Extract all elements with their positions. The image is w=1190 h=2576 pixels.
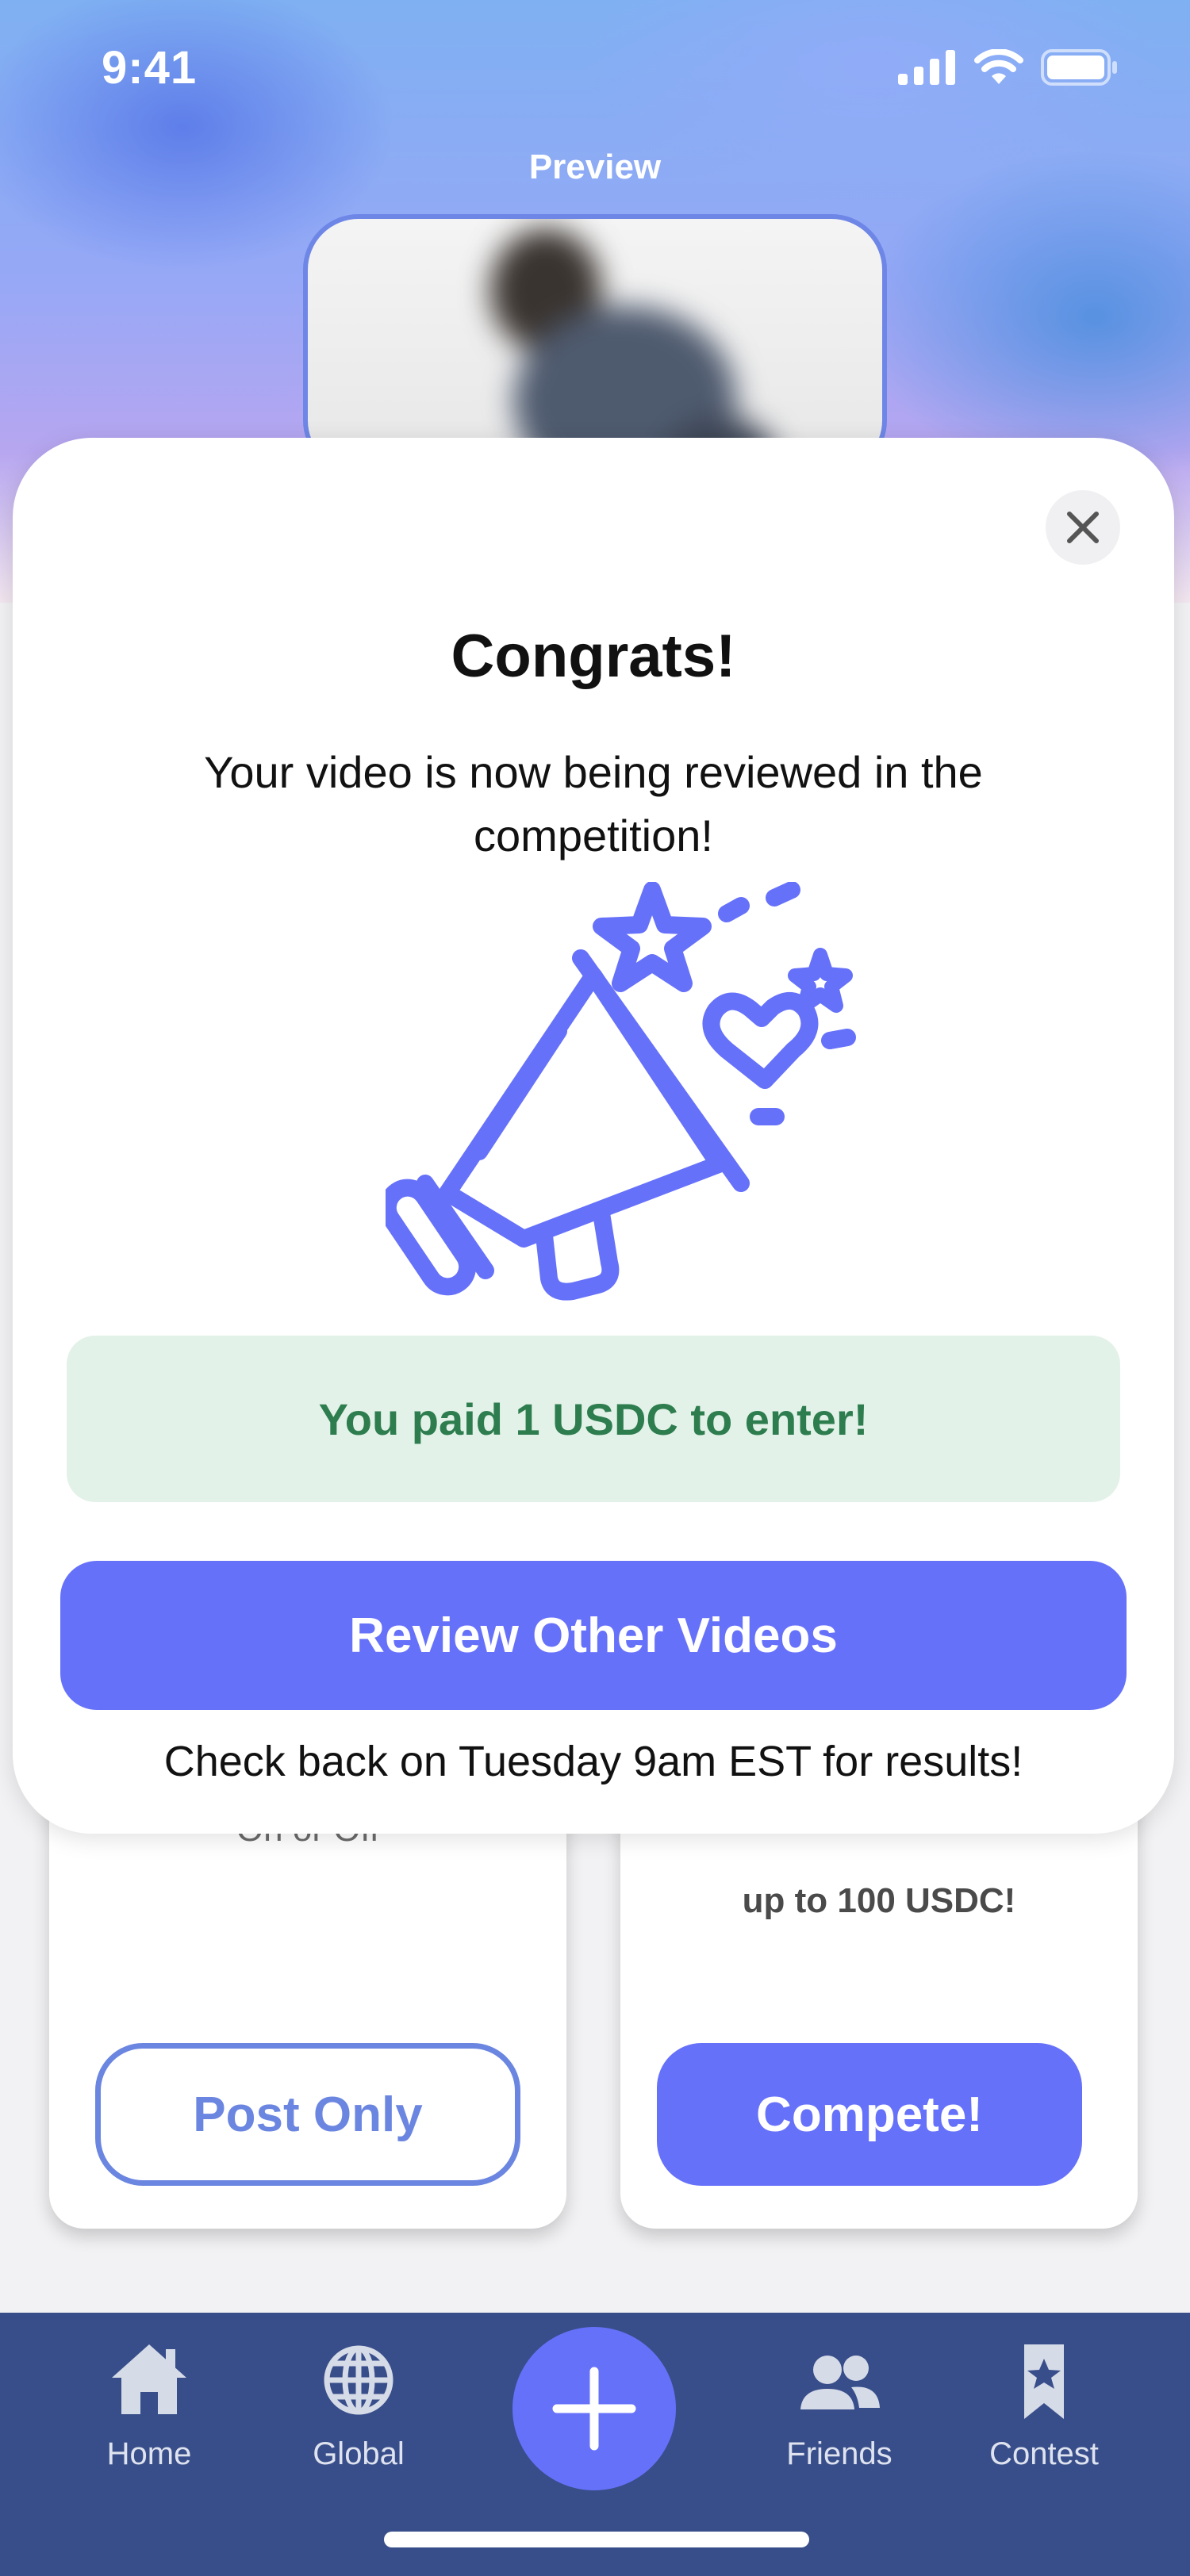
nav-label-friends: Friends bbox=[786, 2436, 892, 2471]
home-indicator bbox=[384, 2532, 809, 2547]
results-note: Check back on Tuesday 9am EST for result… bbox=[163, 1738, 1023, 1785]
close-button[interactable] bbox=[1046, 490, 1120, 565]
video-preview-thumbnail[interactable] bbox=[303, 214, 887, 476]
post-only-button[interactable]: Post Only bbox=[95, 2043, 520, 2186]
nav-label-contest: Contest bbox=[989, 2436, 1099, 2471]
preview-label: Preview bbox=[528, 148, 662, 186]
congrats-modal: Congrats! Your video is now being review… bbox=[13, 438, 1174, 1834]
battery-icon bbox=[1041, 49, 1117, 86]
wifi-icon bbox=[974, 49, 1023, 84]
create-post-button[interactable] bbox=[512, 2327, 676, 2490]
plus-icon bbox=[552, 2367, 636, 2451]
globe-icon bbox=[324, 2345, 393, 2415]
review-other-videos-button[interactable]: Review Other Videos bbox=[60, 1561, 1127, 1710]
nav-item-contest[interactable]: Contest bbox=[965, 2336, 1123, 2472]
nav-label-home: Home bbox=[106, 2436, 192, 2471]
cellular-signal-icon bbox=[898, 50, 955, 85]
modal-subtitle: Your video is now being reviewed in the … bbox=[204, 747, 983, 861]
friends-icon bbox=[800, 2356, 880, 2409]
contest-ribbon-icon bbox=[1024, 2344, 1064, 2419]
nav-label-global: Global bbox=[313, 2436, 405, 2471]
compete-card-text: up to 100 USDC! bbox=[742, 1881, 1016, 1920]
payment-notice: You paid 1 USDC to enter! bbox=[67, 1336, 1120, 1502]
nav-item-home[interactable]: Home bbox=[70, 2336, 228, 2472]
nav-item-global[interactable]: Global bbox=[279, 2336, 438, 2472]
home-icon bbox=[112, 2344, 186, 2414]
megaphone-celebration-icon bbox=[386, 882, 856, 1301]
nav-item-friends[interactable]: Friends bbox=[760, 2336, 919, 2472]
close-icon bbox=[1067, 512, 1099, 543]
status-icons bbox=[898, 49, 1119, 86]
status-bar: 9:41 bbox=[0, 0, 1190, 143]
compete-button[interactable]: Compete! bbox=[657, 2043, 1082, 2186]
status-time: 9:41 bbox=[102, 42, 198, 94]
modal-title: Congrats! bbox=[451, 623, 736, 690]
